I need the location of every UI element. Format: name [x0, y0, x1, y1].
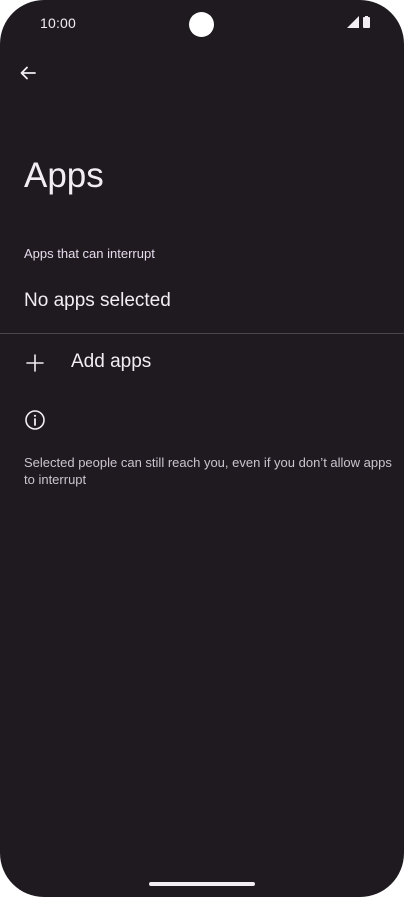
home-indicator[interactable]	[149, 882, 255, 886]
phone-screen: 10:00 Apps Apps that can interrupt No ap…	[0, 0, 404, 897]
back-button[interactable]	[12, 57, 44, 89]
divider	[0, 333, 404, 334]
camera-cutout	[189, 12, 214, 37]
status-icons	[347, 16, 370, 28]
signal-icon	[347, 16, 359, 28]
battery-icon	[363, 16, 370, 28]
info-icon	[25, 410, 45, 430]
add-apps-label: Add apps	[71, 351, 152, 372]
plus-icon	[26, 354, 44, 372]
status-time: 10:00	[40, 15, 77, 31]
status-bar: 10:00	[0, 0, 404, 46]
no-apps-selected-text: No apps selected	[24, 290, 171, 311]
page-title: Apps	[24, 156, 104, 195]
info-text: Selected people can still reach you, eve…	[24, 455, 392, 487]
arrow-back-icon	[20, 66, 36, 80]
section-header: Apps that can interrupt	[24, 246, 155, 261]
add-apps-button[interactable]: Add apps	[0, 340, 404, 386]
